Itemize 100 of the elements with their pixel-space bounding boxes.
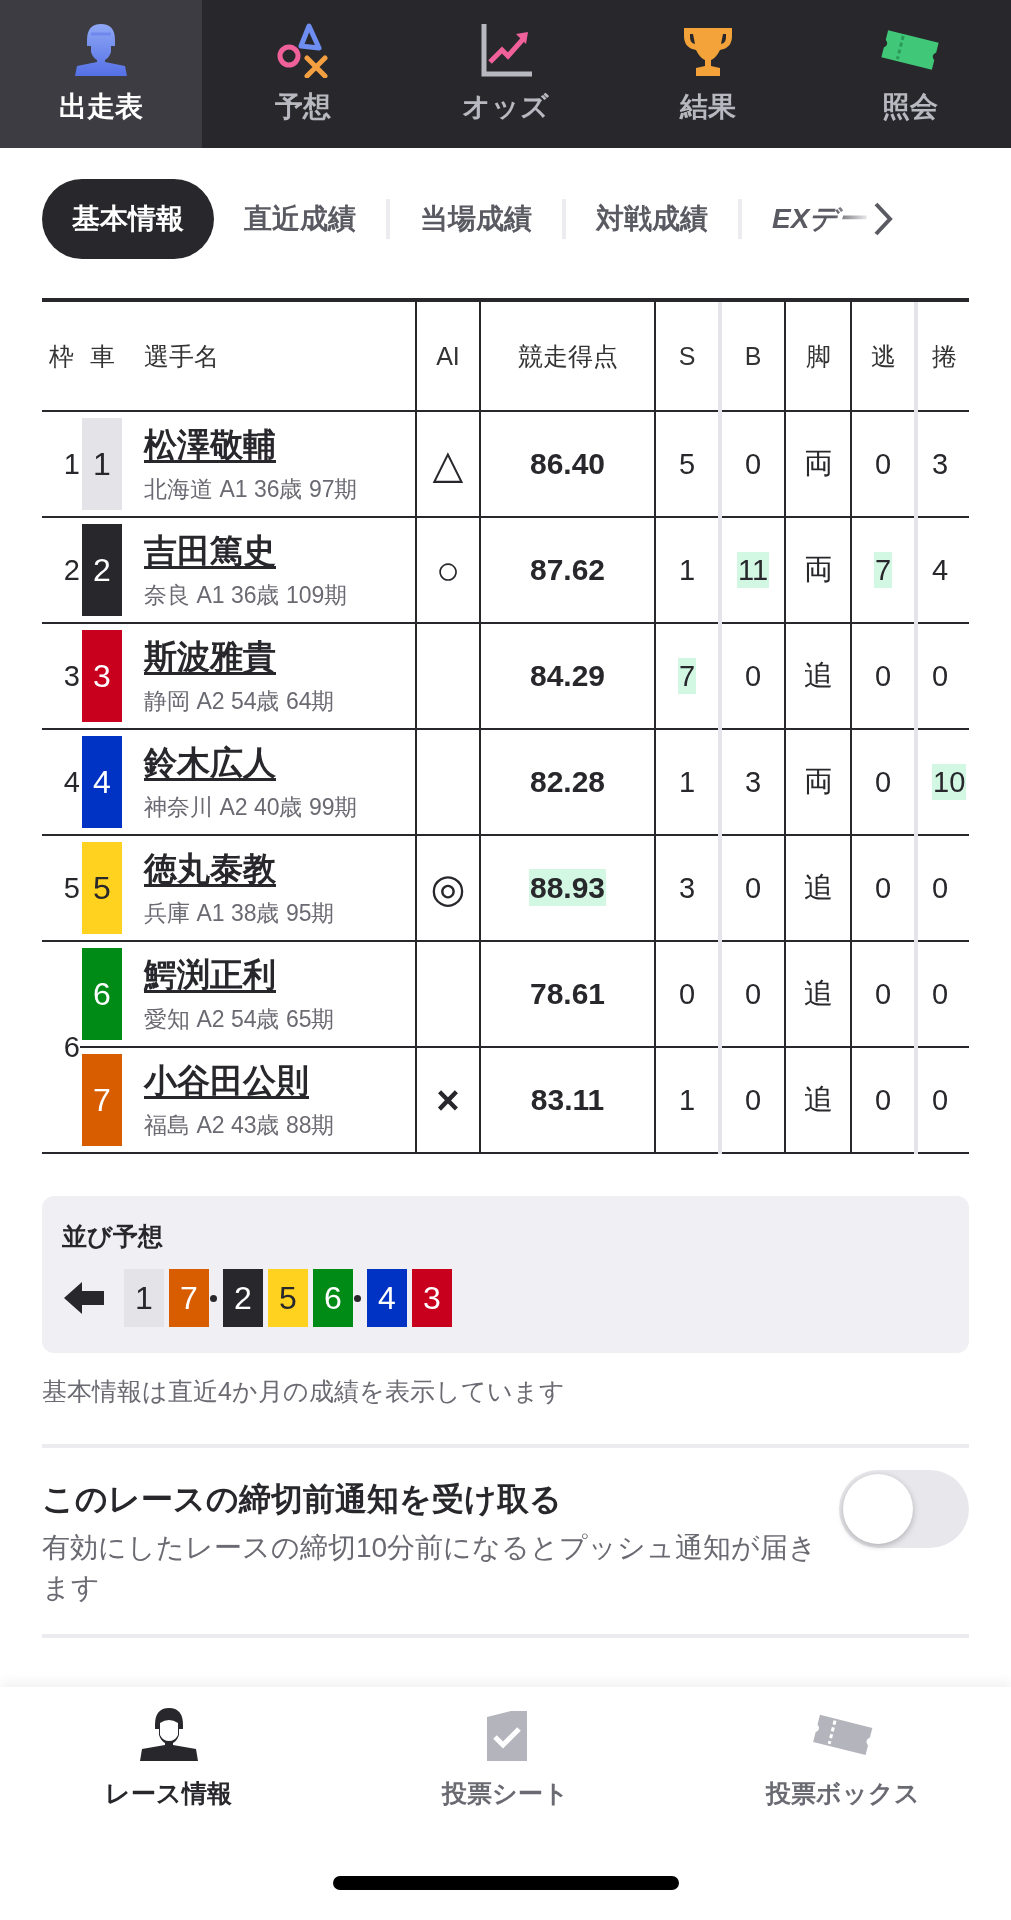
stat-value: 0: [744, 977, 762, 1010]
frame-number: 2: [63, 553, 80, 586]
bottom-tab[interactable]: レース情報: [0, 1705, 337, 1810]
nav-tab[interactable]: オッズ: [404, 0, 607, 148]
stat-value: 両: [803, 765, 833, 797]
score: 83.11: [530, 1083, 605, 1116]
stat-value: 0: [932, 659, 949, 692]
ai-mark: ○: [435, 547, 461, 592]
stat-value: 1: [678, 553, 696, 586]
column-header: AI: [416, 302, 480, 411]
car-number: 2: [223, 1269, 263, 1327]
frame-number: 5: [63, 871, 80, 904]
car-number: 1: [124, 1269, 164, 1327]
car-number: 6: [313, 1269, 353, 1327]
racer-info: 兵庫 A1 38歳 95期: [144, 899, 335, 928]
home-indicator[interactable]: [332, 1876, 679, 1890]
stat-value: 3: [744, 765, 762, 798]
dot-icon: [210, 1294, 217, 1302]
tab[interactable]: 直近成績: [214, 179, 386, 259]
stat-value: 7: [677, 657, 697, 694]
car-number: 2: [82, 524, 122, 616]
column-header: 選手名: [124, 302, 416, 411]
score: 84.29: [529, 659, 606, 692]
nav-tab[interactable]: 照会: [808, 0, 1011, 148]
stat-value: 0: [874, 659, 892, 692]
car-number: 6: [82, 948, 122, 1040]
racer-name-link[interactable]: 徳丸泰教: [144, 847, 276, 892]
column-header: 捲: [916, 302, 969, 411]
tab[interactable]: 基本情報: [42, 179, 214, 259]
car-number: 4: [82, 736, 122, 828]
nav-tab[interactable]: 出走表: [0, 0, 203, 148]
racer-name-link[interactable]: 吉田篤史: [144, 529, 276, 574]
stat-value: 0: [744, 871, 762, 904]
stat-value: 0: [744, 1083, 762, 1116]
racer-name-link[interactable]: 鰐渕正利: [144, 953, 276, 998]
dot-icon: [354, 1294, 361, 1302]
bottom-tab[interactable]: 投票シート: [337, 1705, 674, 1810]
stat-value: 0: [874, 1083, 892, 1116]
racer-name-link[interactable]: 小谷田公則: [144, 1059, 309, 1104]
stat-value: 3: [678, 871, 696, 904]
stat-value: 両: [803, 553, 833, 585]
frame-number: 3: [63, 659, 80, 692]
lineup-title: 並び予想: [62, 1221, 163, 1252]
frame-number: 1: [63, 447, 80, 480]
stat-value: 0: [744, 659, 762, 692]
tab[interactable]: 対戦成績: [566, 179, 738, 259]
nav-tab[interactable]: 予想: [202, 0, 405, 148]
score: 86.40: [529, 447, 606, 480]
car-number: 3: [412, 1269, 452, 1327]
stat-value: 11: [736, 551, 770, 588]
stat-value: 0: [678, 977, 696, 1010]
stat-value: 0: [932, 871, 949, 904]
frame-number: 6: [63, 1030, 80, 1063]
chevron-right-icon[interactable]: [872, 201, 895, 237]
stat-value: 追: [803, 1083, 833, 1115]
racer-name-link[interactable]: 斯波雅貴: [144, 635, 276, 680]
car-number: 3: [82, 630, 122, 722]
bottom-tab[interactable]: 投票ボックス: [674, 1705, 1011, 1810]
score: 78.61: [529, 977, 606, 1010]
column-header: 逃: [851, 302, 916, 411]
column-header: 脚: [785, 302, 851, 411]
tab[interactable]: 当場成績: [390, 179, 562, 259]
stat-value: 7: [873, 551, 893, 588]
car-number: 7: [169, 1269, 209, 1327]
ai-mark: ◎: [430, 866, 466, 910]
stat-value: 0: [744, 447, 762, 480]
car-number: 5: [268, 1269, 308, 1327]
ai-mark: △: [432, 442, 464, 486]
stat-value: 3: [932, 447, 949, 480]
score: 88.93: [528, 869, 607, 906]
stat-value: 0: [874, 765, 892, 798]
stat-value: 10: [932, 763, 967, 800]
column-header: 競走得点: [480, 302, 655, 411]
stat-value: 1: [678, 1083, 696, 1116]
racer-name-link[interactable]: 松澤敬輔: [144, 423, 276, 468]
racer-info: 奈良 A1 36歳 109期: [144, 581, 348, 610]
racer-info: 福島 A2 43歳 88期: [144, 1111, 335, 1140]
tab[interactable]: EXデー: [742, 179, 873, 259]
car-number: 7: [82, 1054, 122, 1146]
frame-number: 4: [63, 765, 80, 798]
stat-value: 5: [678, 447, 696, 480]
column-header: B: [720, 302, 785, 411]
helmet-person-icon: [137, 1705, 200, 1763]
setting-title: このレースの締切前通知を受け取る: [42, 1480, 563, 1519]
stat-value: 追: [803, 871, 833, 903]
stat-value: 0: [874, 447, 892, 480]
column-header: 車: [80, 302, 124, 411]
car-number: 5: [82, 842, 122, 934]
setting-description: 有効にしたレースの締切10分前になるとプッシュ通知が届きます: [42, 1531, 819, 1605]
nav-tab[interactable]: 結果: [606, 0, 809, 148]
racer-info: 神奈川 A2 40歳 99期: [144, 793, 358, 822]
stat-value: 1: [678, 765, 696, 798]
left-arrow-icon: [64, 1282, 104, 1314]
stat-value: 両: [803, 447, 833, 479]
column-header: S: [655, 302, 720, 411]
racer-info: 北海道 A1 36歳 97期: [144, 475, 358, 504]
racer-name-link[interactable]: 鈴木広人: [144, 741, 276, 786]
stat-value: 追: [803, 659, 833, 691]
racer-info: 愛知 A2 54歳 65期: [144, 1005, 335, 1034]
stat-value: 0: [932, 1083, 949, 1116]
